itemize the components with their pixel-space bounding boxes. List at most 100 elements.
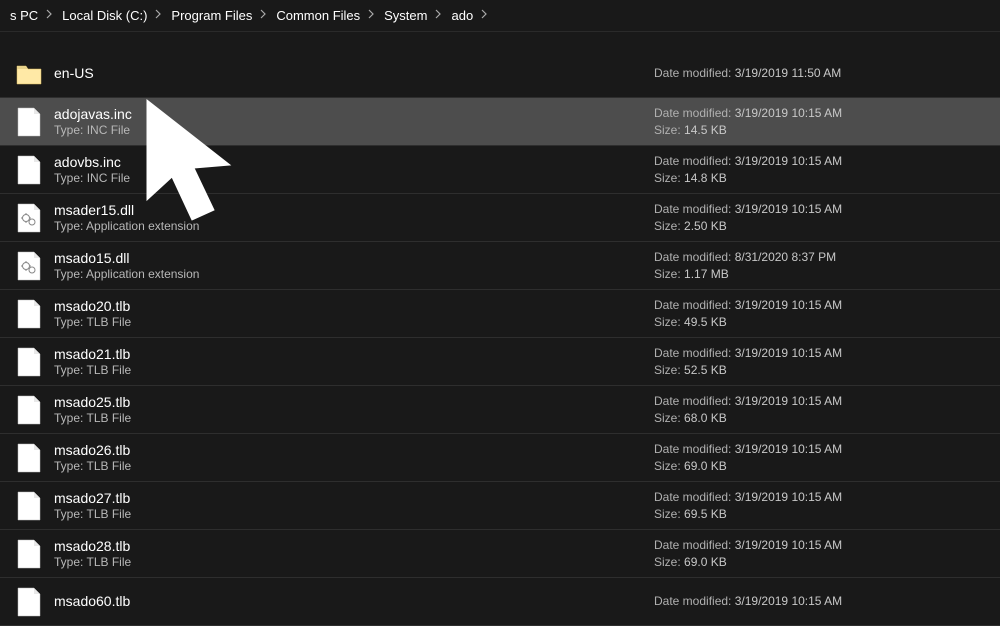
file-main: msado60.tlb xyxy=(54,592,654,610)
breadcrumb-item[interactable]: System xyxy=(378,6,433,25)
file-main: msado26.tlbType: TLB File xyxy=(54,441,654,475)
file-name: msado28.tlb xyxy=(54,537,654,555)
chevron-right-icon[interactable] xyxy=(366,9,378,22)
date-modified: Date modified: 3/19/2019 10:15 AM xyxy=(654,105,984,122)
date-modified: Date modified: 3/19/2019 10:15 AM xyxy=(654,489,984,506)
file-name: msado15.dll xyxy=(54,249,654,267)
file-main: en-US xyxy=(54,64,654,82)
breadcrumb-item[interactable]: Local Disk (C:) xyxy=(56,6,153,25)
date-modified: Date modified: 3/19/2019 10:15 AM xyxy=(654,593,984,610)
file-name: adovbs.inc xyxy=(54,153,654,171)
file-main: msado27.tlbType: TLB File xyxy=(54,489,654,523)
file-size: Size: 69.0 KB xyxy=(654,458,984,475)
file-name: msado27.tlb xyxy=(54,489,654,507)
date-modified: Date modified: 3/19/2019 10:15 AM xyxy=(654,345,984,362)
file-type: Type: TLB File xyxy=(54,363,654,379)
file-main: adojavas.incType: INC File xyxy=(54,105,654,139)
file-size: Size: 68.0 KB xyxy=(654,410,984,427)
chevron-right-icon[interactable] xyxy=(258,9,270,22)
breadcrumb-item[interactable]: s PC xyxy=(4,6,44,25)
date-modified: Date modified: 8/31/2020 8:37 PM xyxy=(654,249,984,266)
file-type: Type: TLB File xyxy=(54,555,654,571)
file-main: adovbs.incType: INC File xyxy=(54,153,654,187)
file-size: Size: 69.5 KB xyxy=(654,506,984,523)
file-icon xyxy=(16,586,42,618)
file-icon xyxy=(16,154,42,186)
file-meta: Date modified: 3/19/2019 10:15 AM xyxy=(654,593,984,610)
file-row[interactable]: msado60.tlbDate modified: 3/19/2019 10:1… xyxy=(0,578,1000,626)
file-icon xyxy=(16,298,42,330)
file-size: Size: 14.5 KB xyxy=(654,122,984,139)
file-name: adojavas.inc xyxy=(54,105,654,123)
file-main: msado28.tlbType: TLB File xyxy=(54,537,654,571)
file-name: msader15.dll xyxy=(54,201,654,219)
file-main: msado21.tlbType: TLB File xyxy=(54,345,654,379)
file-row[interactable]: adovbs.incType: INC FileDate modified: 3… xyxy=(0,146,1000,194)
file-type: Type: TLB File xyxy=(54,411,654,427)
folder-icon xyxy=(16,58,42,90)
file-icon xyxy=(16,538,42,570)
chevron-right-icon[interactable] xyxy=(153,9,165,22)
file-size: Size: 49.5 KB xyxy=(654,314,984,331)
file-name: msado26.tlb xyxy=(54,441,654,459)
dll-file-icon xyxy=(16,202,42,234)
file-row[interactable]: msader15.dllType: Application extensionD… xyxy=(0,194,1000,242)
file-meta: Date modified: 3/19/2019 10:15 AMSize: 6… xyxy=(654,441,984,475)
file-row[interactable]: msado25.tlbType: TLB FileDate modified: … xyxy=(0,386,1000,434)
file-name: msado20.tlb xyxy=(54,297,654,315)
file-type: Type: INC File xyxy=(54,123,654,139)
file-row[interactable]: msado27.tlbType: TLB FileDate modified: … xyxy=(0,482,1000,530)
file-icon xyxy=(16,394,42,426)
date-modified: Date modified: 3/19/2019 10:15 AM xyxy=(654,297,984,314)
date-modified: Date modified: 3/19/2019 11:50 AM xyxy=(654,65,984,82)
file-meta: Date modified: 3/19/2019 10:15 AMSize: 1… xyxy=(654,105,984,139)
date-modified: Date modified: 3/19/2019 10:15 AM xyxy=(654,393,984,410)
file-row[interactable]: msado26.tlbType: TLB FileDate modified: … xyxy=(0,434,1000,482)
file-type: Type: INC File xyxy=(54,171,654,187)
file-meta: Date modified: 3/19/2019 10:15 AMSize: 1… xyxy=(654,153,984,187)
file-main: msado15.dllType: Application extension xyxy=(54,249,654,283)
chevron-right-icon[interactable] xyxy=(433,9,445,22)
file-row[interactable]: msado21.tlbType: TLB FileDate modified: … xyxy=(0,338,1000,386)
file-icon xyxy=(16,490,42,522)
file-type: Type: TLB File xyxy=(54,507,654,523)
file-main: msader15.dllType: Application extension xyxy=(54,201,654,235)
file-size: Size: 2.50 KB xyxy=(654,218,984,235)
file-name: msado25.tlb xyxy=(54,393,654,411)
chevron-right-icon[interactable] xyxy=(479,9,491,22)
file-size: Size: 69.0 KB xyxy=(654,554,984,571)
file-meta: Date modified: 8/31/2020 8:37 PMSize: 1.… xyxy=(654,249,984,283)
breadcrumb-item[interactable]: Common Files xyxy=(270,6,366,25)
file-name: msado60.tlb xyxy=(54,592,654,610)
file-row[interactable]: msado20.tlbType: TLB FileDate modified: … xyxy=(0,290,1000,338)
date-modified: Date modified: 3/19/2019 10:15 AM xyxy=(654,201,984,218)
file-name: msado21.tlb xyxy=(54,345,654,363)
breadcrumb-item[interactable]: ado xyxy=(445,6,479,25)
breadcrumb-item[interactable]: Program Files xyxy=(165,6,258,25)
file-meta: Date modified: 3/19/2019 10:15 AMSize: 6… xyxy=(654,537,984,571)
file-type: Type: TLB File xyxy=(54,459,654,475)
file-size: Size: 1.17 MB xyxy=(654,266,984,283)
date-modified: Date modified: 3/19/2019 10:15 AM xyxy=(654,441,984,458)
file-meta: Date modified: 3/19/2019 10:15 AMSize: 6… xyxy=(654,393,984,427)
file-size: Size: 14.8 KB xyxy=(654,170,984,187)
file-main: msado20.tlbType: TLB File xyxy=(54,297,654,331)
file-meta: Date modified: 3/19/2019 10:15 AMSize: 5… xyxy=(654,345,984,379)
date-modified: Date modified: 3/19/2019 10:15 AM xyxy=(654,537,984,554)
file-meta: Date modified: 3/19/2019 10:15 AMSize: 2… xyxy=(654,201,984,235)
file-row[interactable]: en-USDate modified: 3/19/2019 11:50 AM xyxy=(0,50,1000,98)
file-type: Type: TLB File xyxy=(54,315,654,331)
file-icon xyxy=(16,442,42,474)
breadcrumb[interactable]: s PC Local Disk (C:) Program Files Common F… xyxy=(0,0,1000,32)
file-list: en-USDate modified: 3/19/2019 11:50 AMad… xyxy=(0,32,1000,626)
file-icon xyxy=(16,346,42,378)
file-row[interactable]: msado15.dllType: Application extensionDa… xyxy=(0,242,1000,290)
dll-file-icon xyxy=(16,250,42,282)
file-row[interactable]: adojavas.incType: INC FileDate modified:… xyxy=(0,98,1000,146)
file-meta: Date modified: 3/19/2019 11:50 AM xyxy=(654,65,984,82)
chevron-right-icon[interactable] xyxy=(44,9,56,22)
file-meta: Date modified: 3/19/2019 10:15 AMSize: 4… xyxy=(654,297,984,331)
file-row[interactable]: msado28.tlbType: TLB FileDate modified: … xyxy=(0,530,1000,578)
file-type: Type: Application extension xyxy=(54,267,654,283)
date-modified: Date modified: 3/19/2019 10:15 AM xyxy=(654,153,984,170)
